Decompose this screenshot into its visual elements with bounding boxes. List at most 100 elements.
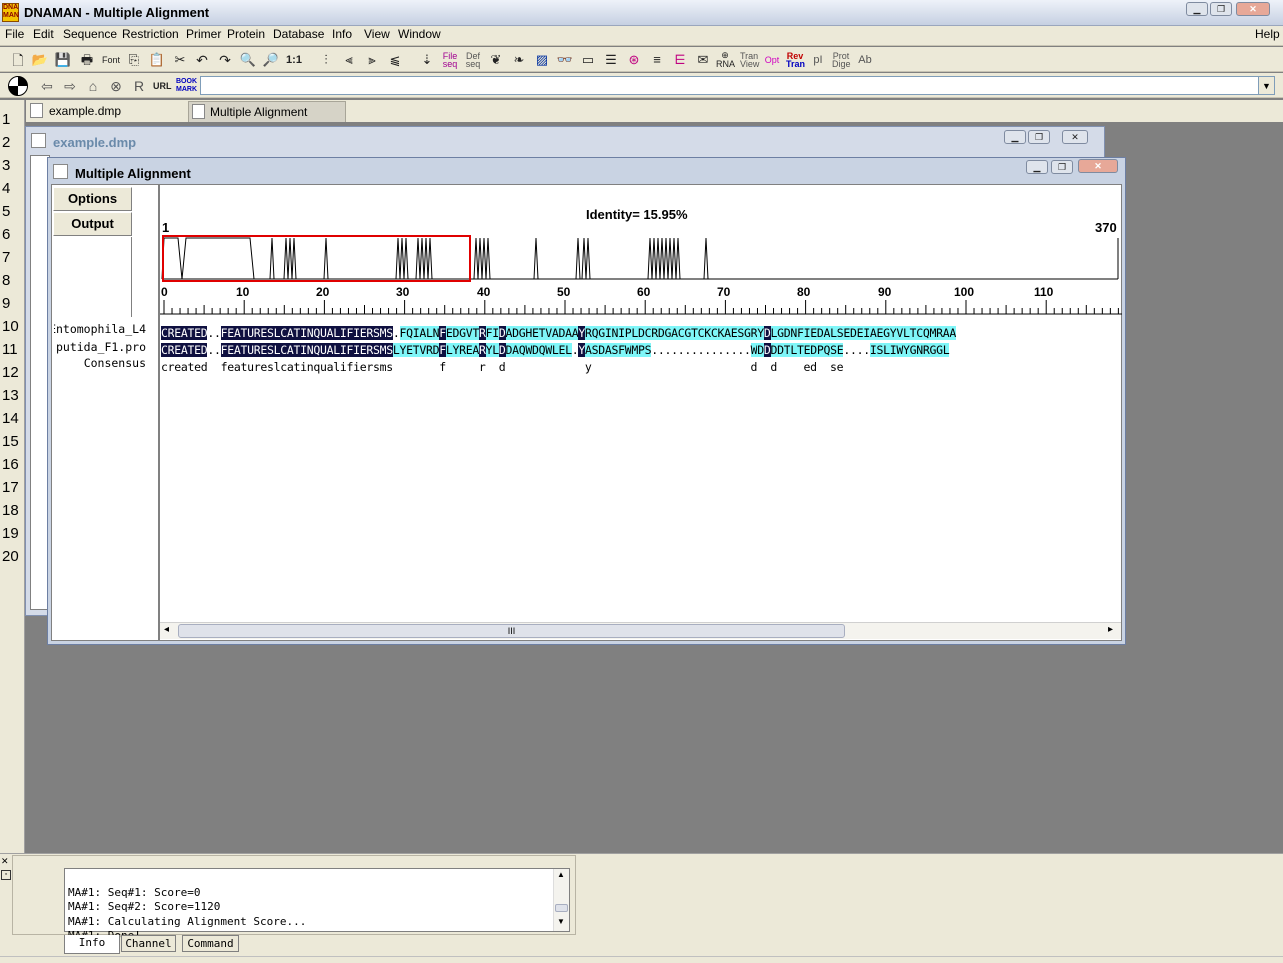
url-input[interactable] [200, 76, 1261, 95]
paste-icon[interactable]: 📋 [148, 51, 166, 69]
url-dropdown-button[interactable]: ▼ [1258, 76, 1275, 95]
back-arrow-icon[interactable]: ⇦ [38, 77, 56, 95]
binoculars-icon[interactable]: 👓 [556, 51, 574, 69]
alignment-tool-icon[interactable]: ⫶ [317, 51, 335, 69]
rna-button[interactable]: ⊕ RNA [716, 51, 736, 69]
options-button[interactable]: Options [53, 187, 132, 211]
menu-info[interactable]: Info [332, 27, 352, 41]
menu-file[interactable]: File [5, 27, 24, 41]
app-minimize-button[interactable]: ▁ [1186, 2, 1208, 16]
rna-label: RNA [716, 59, 736, 69]
tab-info[interactable]: Info [64, 935, 120, 954]
scroll-left-icon[interactable]: ◂ [164, 624, 169, 635]
menu-sequence[interactable]: Sequence [63, 27, 117, 41]
pi-button[interactable]: pI [809, 51, 827, 69]
seq-tool-icon[interactable]: ⇣ [418, 51, 436, 69]
menu-view[interactable]: View [364, 27, 390, 41]
menu-window[interactable]: Window [398, 27, 441, 41]
sequence-name[interactable]: Entomophila_L4 [54, 322, 146, 336]
alignment-minimize-button[interactable]: ▁ [1026, 160, 1048, 174]
refresh-button[interactable]: R [130, 77, 148, 95]
prot-dige-button[interactable]: Prot Dige [832, 51, 851, 69]
dnaman-logo-icon[interactable] [8, 76, 28, 96]
ruler-icon[interactable]: ▭ [579, 51, 597, 69]
residue: E [843, 326, 850, 340]
scroll-right-icon[interactable]: ▸ [1108, 624, 1113, 635]
panel-restore-icon[interactable]: ▫ [1, 870, 11, 880]
residue: W [545, 343, 552, 357]
identity-graph [161, 235, 1119, 282]
bookmark-button[interactable]: BOOK MARK [176, 77, 197, 95]
log-vertical-scrollbar[interactable]: ▲ ▼ [553, 869, 569, 931]
ab-button[interactable]: Ab [856, 51, 874, 69]
new-file-icon[interactable]: 🗋 [9, 51, 27, 69]
sequence-name[interactable]: putida_F1.pro [54, 340, 146, 354]
tab-multiple-alignment[interactable]: Multiple Alignment [188, 101, 346, 122]
app-maximize-button[interactable]: ❐ [1210, 2, 1232, 16]
app-close-button[interactable]: ✕ [1236, 2, 1270, 16]
redo-icon[interactable]: ↷ [216, 51, 234, 69]
log-scroll-down-icon[interactable]: ▼ [557, 917, 565, 926]
print-icon[interactable]: 🖶 [78, 51, 96, 69]
horizontal-scrollbar[interactable]: ◂ III ▸ [160, 622, 1121, 639]
line-number: 7 [2, 249, 11, 266]
dotplot-tool-icon[interactable]: ⫸ [363, 51, 381, 69]
example-maximize-button[interactable]: ❐ [1028, 130, 1050, 144]
def-seq-button[interactable]: Def seq [464, 51, 482, 69]
forward-arrow-icon[interactable]: ⇨ [61, 77, 79, 95]
line-number: 6 [2, 226, 11, 243]
sequence-row[interactable]: CREATED..FEATURESLCATINQUALIFIERSMSLYETV… [161, 342, 1121, 358]
rev-tran-button[interactable]: Rev Tran [786, 51, 806, 69]
tab-channel[interactable]: Channel [121, 935, 176, 952]
tran-view-button[interactable]: Tran View [740, 51, 759, 69]
residue: Y [578, 343, 585, 357]
example-close-button[interactable]: ✕ [1062, 130, 1088, 144]
zoom-out-icon[interactable]: 🔎 [262, 51, 280, 69]
residue: E [445, 326, 453, 340]
cut-icon[interactable]: ✂ [171, 51, 189, 69]
residue: F [439, 326, 446, 340]
restriction-icon[interactable]: ❦ [487, 51, 505, 69]
tab-example-dmp[interactable]: example.dmp [28, 101, 186, 121]
tab-command[interactable]: Command [182, 935, 239, 952]
enzyme-icon[interactable]: ❧ [510, 51, 528, 69]
url-button[interactable]: URL [153, 77, 172, 95]
menu-protein[interactable]: Protein [227, 27, 265, 41]
file-seq-button[interactable]: File seq [441, 51, 459, 69]
translate-icon[interactable]: ⋿ [671, 51, 689, 69]
log-scroll-up-icon[interactable]: ▲ [557, 870, 565, 879]
example-minimize-button[interactable]: ▁ [1004, 130, 1026, 144]
open-folder-icon[interactable]: 📂 [31, 51, 49, 69]
sequence-row[interactable]: CREATED..FEATURESLCATINQUALIFIERSMS.FQIA… [161, 325, 1121, 341]
orf-icon[interactable]: ⊛ [625, 51, 643, 69]
list-icon[interactable]: ☰ [602, 51, 620, 69]
tree-tool-icon[interactable]: ⫷ [340, 51, 358, 69]
font-button[interactable]: Font [100, 51, 122, 69]
copy-icon[interactable]: ⎘ [125, 51, 143, 69]
lines-icon[interactable]: ≡ [648, 51, 666, 69]
menu-edit[interactable]: Edit [33, 27, 54, 41]
opt-button[interactable]: Opt [763, 51, 781, 69]
alignment-maximize-button[interactable]: ❐ [1051, 160, 1073, 174]
menu-help[interactable]: Help [1255, 27, 1280, 41]
menu-restriction[interactable]: Restriction [122, 27, 179, 41]
graph-icon[interactable]: ▨ [533, 51, 551, 69]
zoom-one-to-one-button[interactable]: 1:1 [285, 51, 303, 69]
rev-tran-label-bottom: Tran [786, 59, 806, 69]
zoom-in-icon[interactable]: 🔍 [239, 51, 257, 69]
output-button[interactable]: Output [53, 212, 132, 236]
save-icon[interactable]: 💾 [54, 51, 72, 69]
log-scrollbar-thumb[interactable] [555, 904, 568, 912]
map-tool-icon[interactable]: ⫹ [386, 51, 404, 69]
home-icon[interactable]: ⌂ [84, 77, 102, 95]
alignment-close-button[interactable]: ✕ [1078, 159, 1118, 173]
menu-primer[interactable]: Primer [186, 27, 221, 41]
mail-icon[interactable]: ✉ [694, 51, 712, 69]
residue: . [214, 326, 221, 340]
residue: V [419, 343, 426, 357]
stop-icon[interactable]: ⊗ [107, 77, 125, 95]
scrollbar-thumb[interactable]: III [178, 624, 845, 638]
panel-close-icon[interactable]: ✕ [1, 857, 11, 867]
undo-icon[interactable]: ↶ [193, 51, 211, 69]
menu-database[interactable]: Database [273, 27, 324, 41]
